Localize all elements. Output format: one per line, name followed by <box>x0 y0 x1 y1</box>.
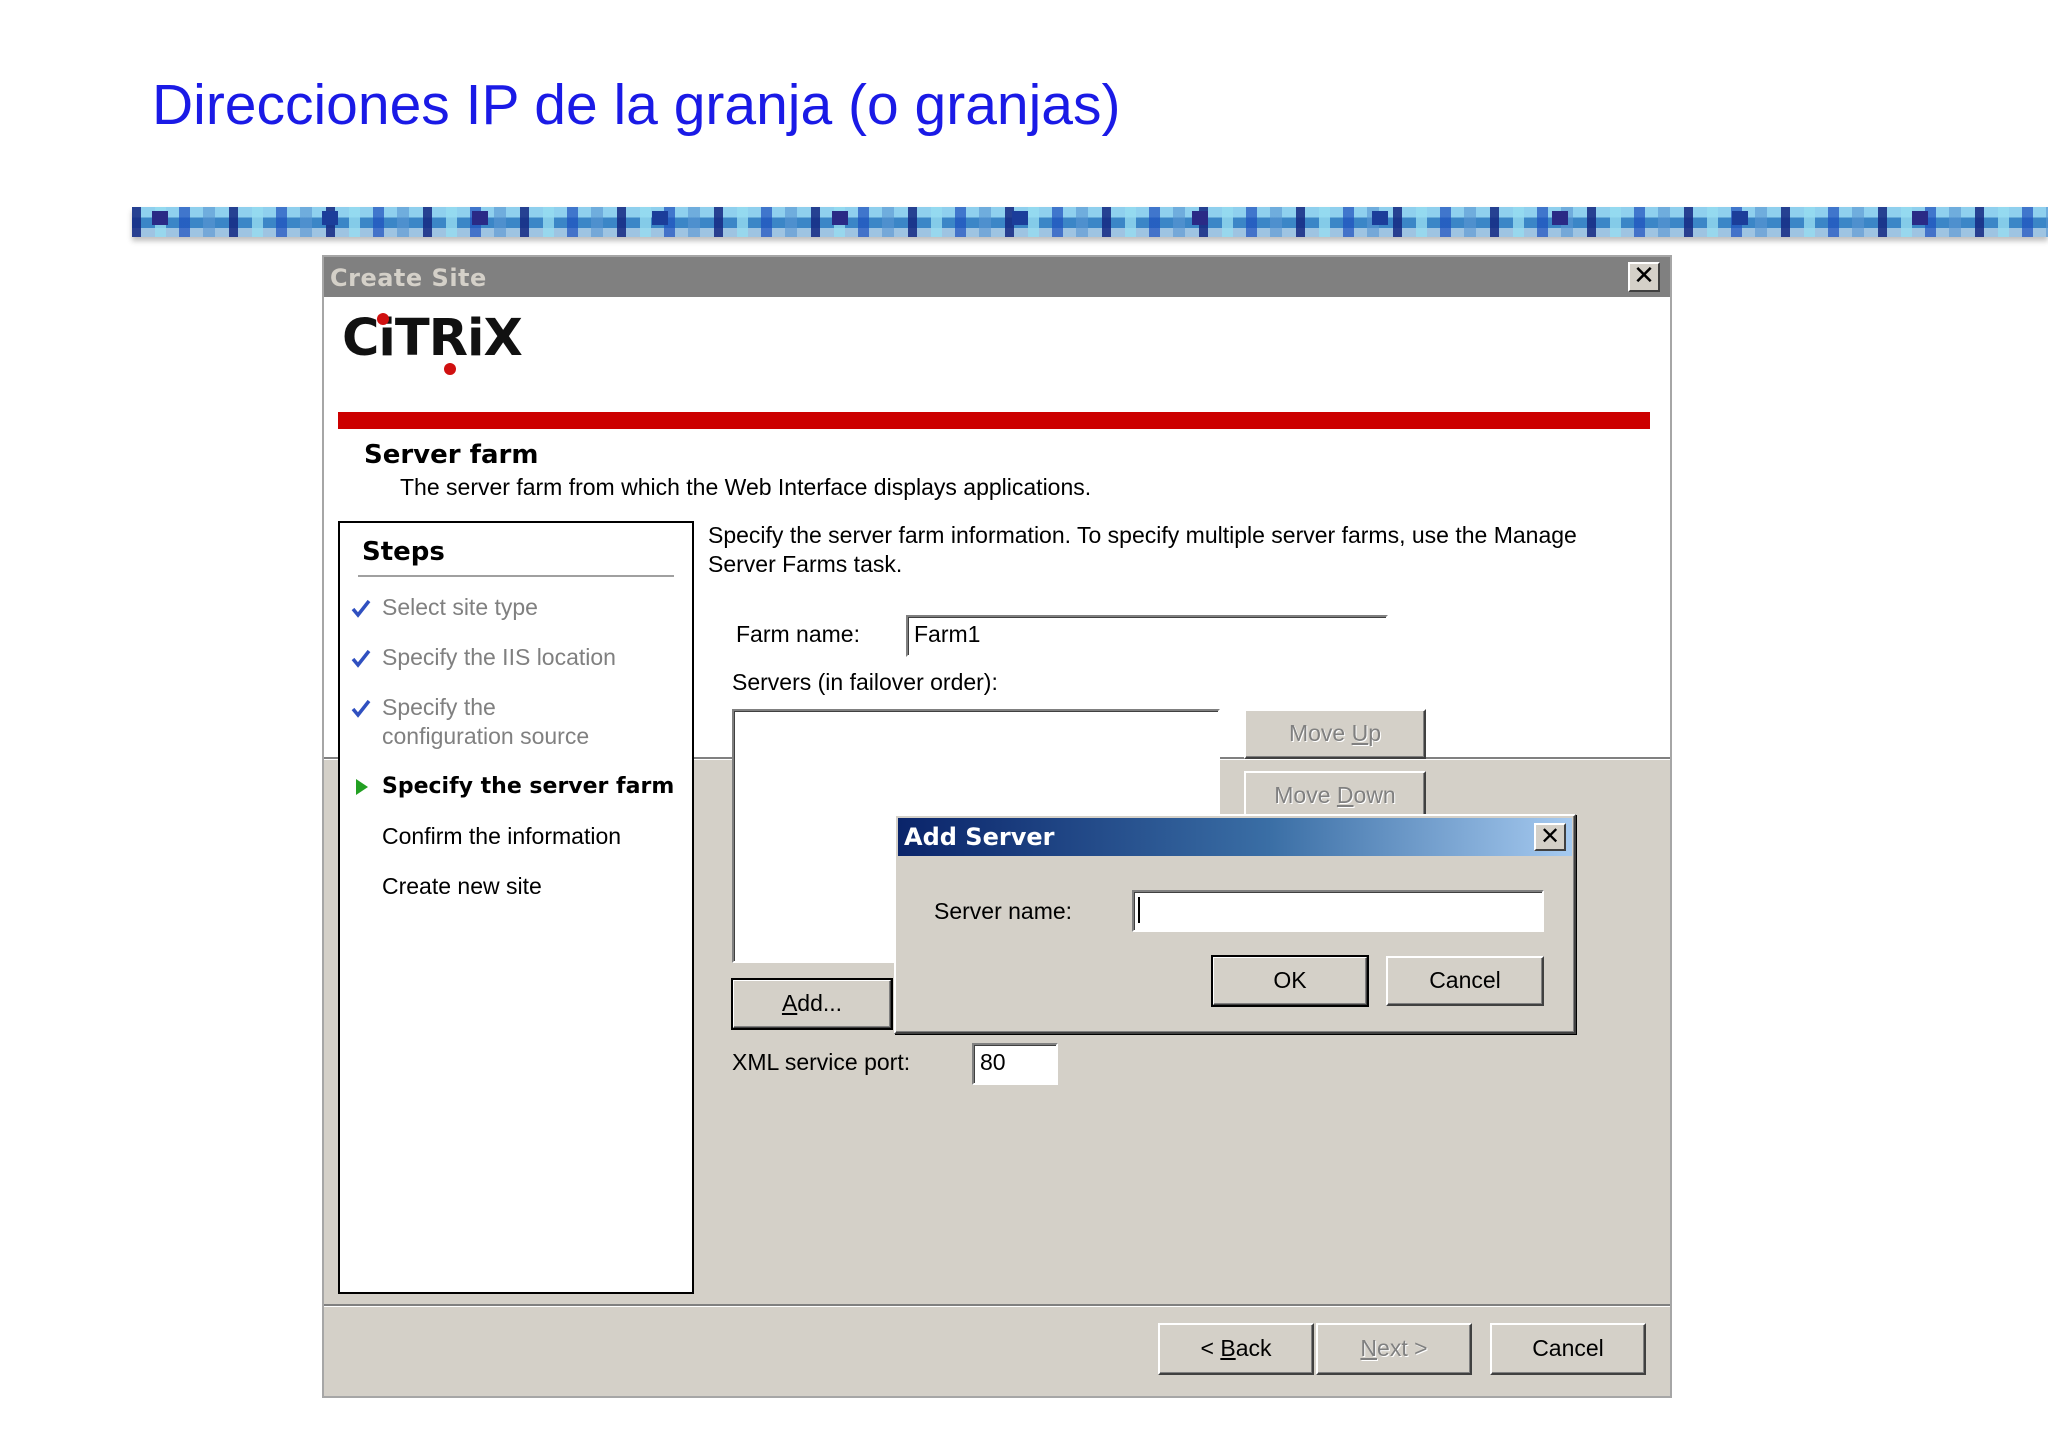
banner-mark <box>322 211 338 225</box>
step-specify-configuration-source: Specify the configuration source <box>382 693 589 751</box>
cancel-button[interactable]: Cancel <box>1490 1323 1646 1375</box>
banner-mark <box>1912 211 1928 225</box>
dialog-titlebar[interactable]: Add Server ✕ <box>898 818 1572 856</box>
banner-mark <box>1012 211 1028 225</box>
check-icon <box>351 649 371 668</box>
server-name-label: Server name: <box>934 898 1073 924</box>
citrix-logo: CiTRiX <box>342 309 523 375</box>
banner-mark <box>152 211 168 225</box>
banner-mark <box>1192 211 1208 225</box>
step-label-line: configuration source <box>382 723 590 749</box>
text-caret <box>1138 897 1140 923</box>
banner-mark <box>472 211 488 225</box>
xml-service-port-value: 80 <box>980 1049 1006 1075</box>
banner-mark <box>1732 211 1748 225</box>
banner-mark <box>832 211 848 225</box>
instructions-text: Specify the server farm information. To … <box>708 521 1638 579</box>
brand-bar <box>338 412 1650 429</box>
step-label-line: Specify the <box>382 694 496 720</box>
back-button[interactable]: < Back <box>1158 1323 1314 1375</box>
add-server-button[interactable]: Add... <box>731 978 893 1030</box>
logo-dot <box>377 313 389 325</box>
section-title: Server farm <box>364 440 539 470</box>
next-button[interactable]: Next > <box>1316 1323 1472 1375</box>
step-confirm-information: Confirm the information <box>382 823 622 849</box>
ok-button[interactable]: OK <box>1211 955 1369 1007</box>
step-select-site-type: Select site type <box>382 594 538 620</box>
slide-title: Direcciones IP de la granja (o granjas) <box>152 73 1121 137</box>
decorative-banner <box>132 207 2048 237</box>
window-title: Create Site <box>330 264 487 292</box>
farm-name-label: Farm name: <box>736 621 860 647</box>
dialog-cancel-button[interactable]: Cancel <box>1386 956 1544 1006</box>
banner-mark <box>1372 211 1388 225</box>
instructions-line: Specify the server farm information. To … <box>708 522 1577 548</box>
footer-divider <box>324 1304 1670 1307</box>
server-name-input[interactable] <box>1132 890 1544 932</box>
steps-heading: Steps <box>362 537 445 567</box>
dialog-title: Add Server <box>904 823 1055 851</box>
farm-name-input[interactable]: Farm1 <box>906 615 1388 657</box>
xml-service-port-label: XML service port: <box>732 1049 911 1075</box>
xml-service-port-input[interactable]: 80 <box>972 1043 1058 1085</box>
step-specify-iis-location: Specify the IIS location <box>382 644 616 670</box>
current-step-arrow-icon <box>356 779 368 795</box>
servers-label: Servers (in failover order): <box>732 669 998 695</box>
add-server-dialog: Add Server ✕ Server name: OK Cancel <box>894 814 1576 1034</box>
check-icon <box>351 599 371 618</box>
banner-mark <box>652 211 668 225</box>
step-create-new-site: Create new site <box>382 873 542 899</box>
section-description: The server farm from which the Web Inter… <box>400 474 1092 500</box>
window-close-icon[interactable]: ✕ <box>1628 262 1660 292</box>
logo-dot <box>444 363 456 375</box>
move-up-button[interactable]: Move Up <box>1244 709 1426 759</box>
farm-name-value: Farm1 <box>914 621 981 647</box>
check-icon <box>351 699 371 718</box>
banner-mark <box>1552 211 1568 225</box>
steps-divider <box>358 575 674 577</box>
step-specify-server-farm: Specify the server farm <box>382 774 675 799</box>
dialog-close-icon[interactable]: ✕ <box>1534 823 1566 851</box>
steps-panel: Steps Select site type Specify the IIS l… <box>338 521 694 1294</box>
instructions-line: Server Farms task. <box>708 551 903 577</box>
window-titlebar[interactable]: Create Site ✕ <box>324 257 1670 297</box>
